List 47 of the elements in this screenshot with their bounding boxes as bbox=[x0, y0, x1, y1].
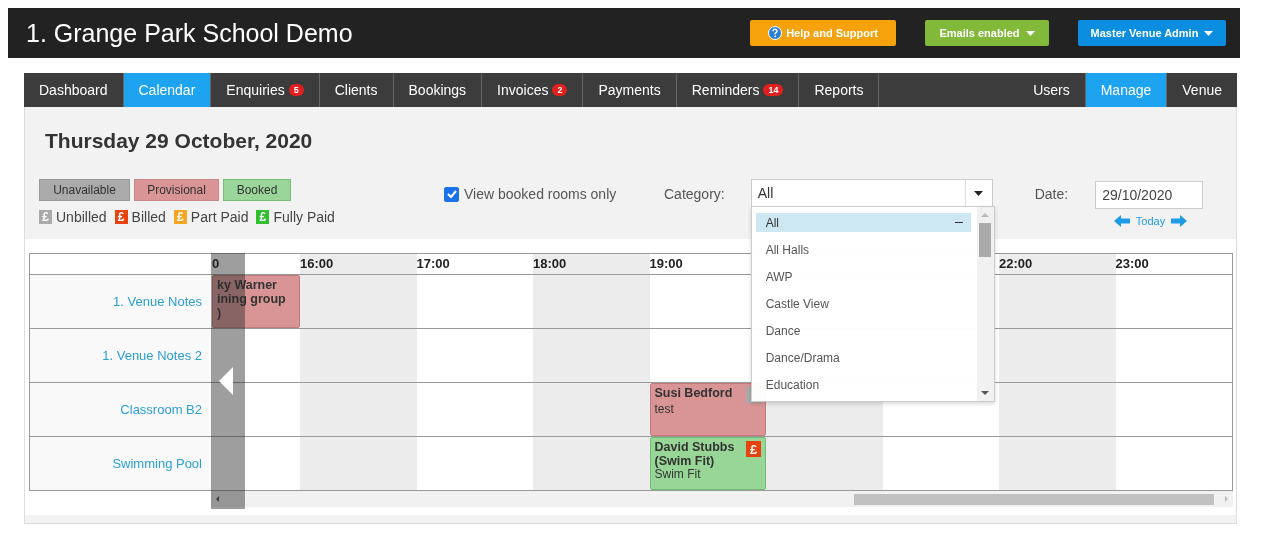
left-triangle-icon bbox=[219, 367, 233, 395]
status-legend: Unavailable bbox=[39, 179, 130, 201]
payment-legend-label: Unbilled bbox=[56, 209, 107, 225]
minus-icon bbox=[954, 222, 963, 223]
count-badge: 14 bbox=[763, 84, 784, 96]
hour-header: 22:00 bbox=[999, 254, 1116, 274]
dropdown-option[interactable]: Dance/Drama bbox=[755, 348, 971, 367]
checkbox[interactable] bbox=[444, 186, 459, 202]
dropdown-option[interactable]: Castle View bbox=[755, 294, 971, 313]
vertical-scrollbar[interactable] bbox=[976, 207, 994, 401]
pound-icon: £ bbox=[39, 210, 52, 224]
payment-legend-label: Part Paid bbox=[190, 209, 249, 225]
caret-icon bbox=[974, 190, 984, 196]
menu-button[interactable]: Master Venue Admin bbox=[1078, 20, 1226, 46]
booking-block[interactable]: David Stubbs (Swim Fit) £ Swim Fit bbox=[649, 437, 766, 490]
pound-icon: £ bbox=[746, 441, 761, 457]
caret-icon bbox=[1025, 30, 1035, 36]
dropdown-option[interactable]: All bbox=[755, 213, 971, 232]
booking-title: David Stubbs (Swim Fit) bbox=[654, 440, 736, 468]
caret-icon bbox=[1204, 30, 1214, 36]
category-label: Category: bbox=[664, 186, 725, 202]
count-badge: 2 bbox=[552, 84, 568, 96]
pound-icon: £ bbox=[114, 210, 128, 224]
pound-icon: £ bbox=[256, 210, 270, 224]
page-heading: Thursday 29 October, 2020 bbox=[45, 129, 314, 153]
date-label: Date: bbox=[1034, 186, 1069, 202]
count-badge: 5 bbox=[288, 84, 304, 96]
help-icon bbox=[768, 26, 783, 40]
status-legend: Booked bbox=[223, 179, 291, 201]
date-field[interactable]: 29/10/2020 bbox=[1095, 181, 1204, 209]
booking-block[interactable]: Susi Bedford test bbox=[649, 383, 766, 436]
booking-title: Susi Bedford bbox=[654, 386, 733, 400]
payment-legend-label: Billed bbox=[131, 209, 166, 225]
next-day-arrow-icon[interactable] bbox=[1171, 215, 1188, 227]
horizontal-scrollbar[interactable] bbox=[211, 491, 1233, 507]
booking-subtitle: test bbox=[654, 403, 675, 415]
status-legend: Provisional bbox=[134, 179, 219, 201]
booking-subtitle: Swim Fit bbox=[654, 468, 701, 480]
pound-icon: £ bbox=[173, 210, 187, 224]
checkbox-label: View booked rooms only bbox=[464, 186, 617, 202]
category-select[interactable]: All bbox=[750, 179, 993, 207]
dropdown-option[interactable]: Dance bbox=[755, 321, 971, 340]
app-title: 1. Grange Park School Demo bbox=[26, 18, 353, 48]
payment-legend-label: Fully Paid bbox=[273, 209, 335, 225]
hour-header: 18:00 bbox=[533, 254, 650, 274]
previous-day-arrow-icon[interactable] bbox=[1113, 215, 1130, 227]
hour-header: 16:00 bbox=[300, 254, 417, 274]
